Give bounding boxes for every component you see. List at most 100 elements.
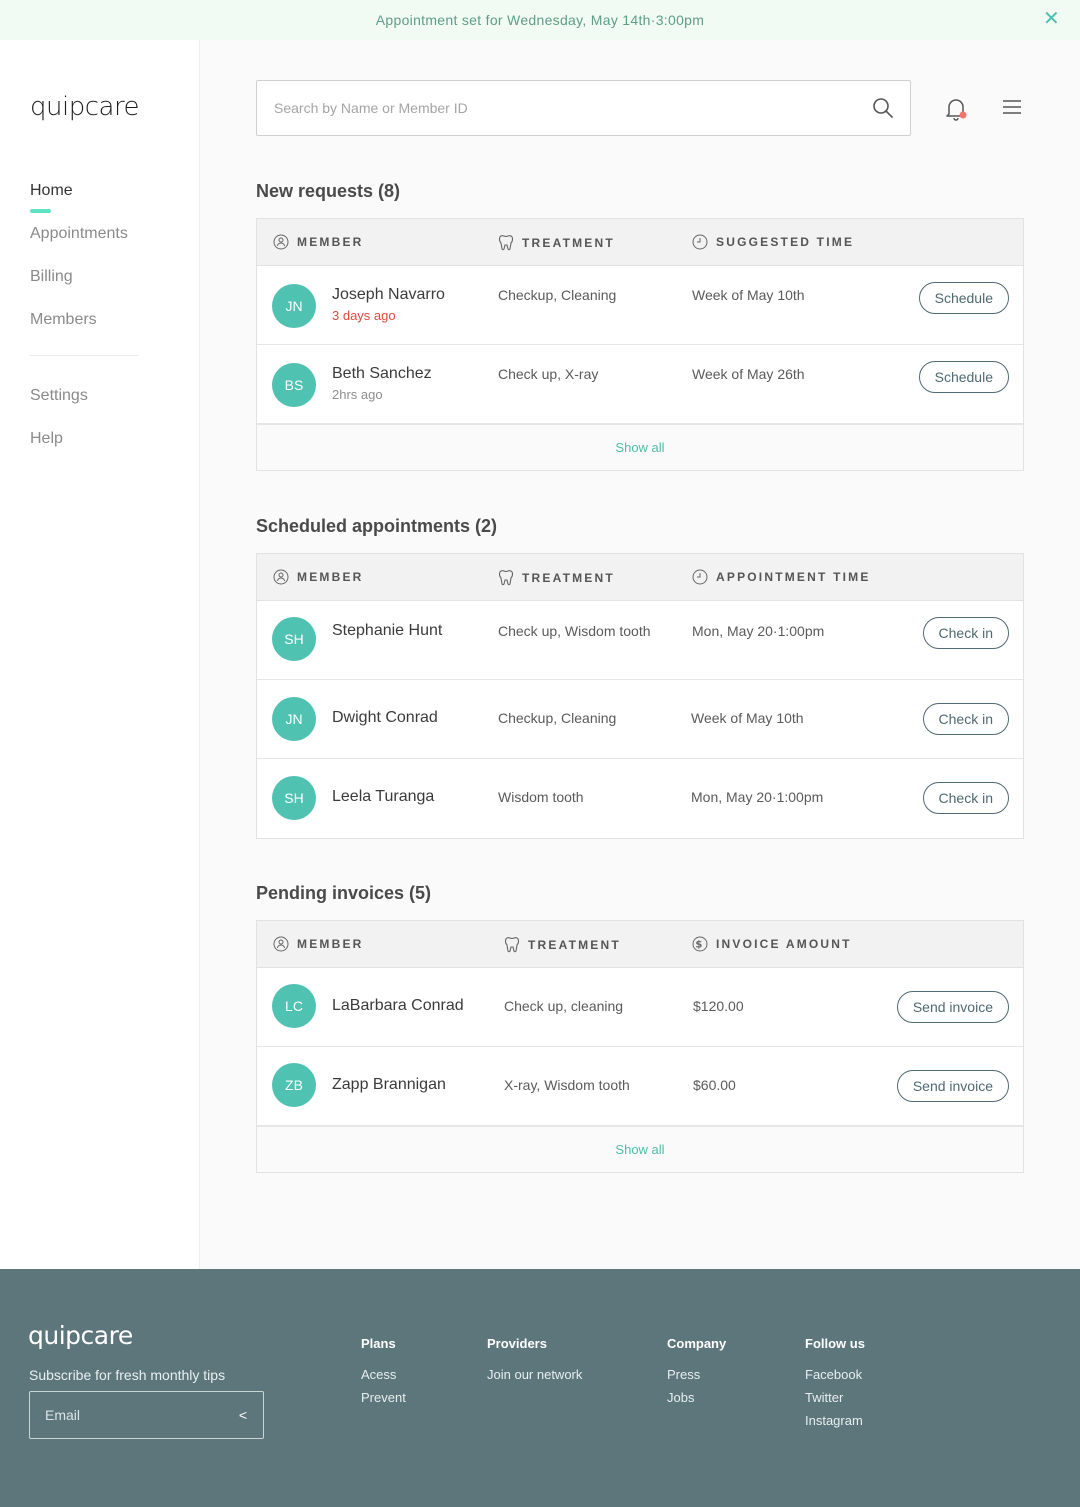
avatar: ZB bbox=[272, 1063, 316, 1107]
avatar: JN bbox=[272, 697, 316, 741]
footer-link[interactable]: Prevent bbox=[361, 1390, 406, 1405]
treatment: X-ray, Wisdom tooth bbox=[504, 1077, 630, 1093]
column-treatment: TREATMENT bbox=[498, 234, 615, 251]
sidebar-divider bbox=[30, 355, 138, 356]
footer: quipcare Subscribe for fresh monthly tip… bbox=[0, 1269, 1080, 1507]
member-name[interactable]: LaBarbara Conrad bbox=[332, 997, 464, 1015]
clock-icon bbox=[692, 234, 708, 250]
member-name[interactable]: Zapp Brannigan bbox=[332, 1076, 446, 1094]
suggested-time: Week of May 26th bbox=[692, 366, 805, 382]
avatar: BS bbox=[272, 363, 316, 407]
logo[interactable]: quipcare bbox=[30, 92, 140, 122]
invoice-amount: $60.00 bbox=[693, 1077, 736, 1093]
new-requests-table: MEMBER TREATMENT SUGGESTED TIME JN Josep… bbox=[256, 218, 1024, 471]
svg-text:$: $ bbox=[695, 940, 704, 951]
scheduled-appointments-title: Scheduled appointments (2) bbox=[256, 516, 498, 536]
scheduled-appointments-table: MEMBER TREATMENT APPOINTMENT TIME SH Ste… bbox=[256, 553, 1024, 839]
column-member-label: MEMBER bbox=[297, 235, 364, 249]
footer-link[interactable]: Jobs bbox=[667, 1390, 726, 1405]
pending-invoices-title: Pending invoices (5) bbox=[256, 883, 432, 903]
sidebar-item-billing[interactable]: Billing bbox=[30, 268, 140, 311]
column-member: MEMBER bbox=[273, 936, 364, 952]
footer-column-company: Company Press Jobs bbox=[667, 1336, 726, 1413]
footer-link[interactable]: Acess bbox=[361, 1367, 406, 1382]
column-amount: $ INVOICE AMOUNT bbox=[692, 936, 852, 952]
table-row: ZB Zapp Brannigan X-ray, Wisdom tooth $6… bbox=[257, 1047, 1023, 1126]
member-icon bbox=[273, 936, 289, 952]
schedule-button[interactable]: Schedule bbox=[918, 361, 1009, 393]
appointment-time: Mon, May 20·1:00pm bbox=[692, 623, 825, 639]
request-age: 2hrs ago bbox=[332, 387, 383, 402]
table-row: SH Stephanie Hunt Check up, Wisdom tooth… bbox=[257, 601, 1023, 680]
footer-link[interactable]: Join our network bbox=[487, 1367, 582, 1382]
sidebar-item-settings[interactable]: Settings bbox=[30, 387, 140, 430]
table-row: SH Leela Turanga Wisdom tooth Mon, May 2… bbox=[257, 759, 1023, 838]
footer-link[interactable]: Facebook bbox=[805, 1367, 865, 1382]
footer-column-title: Plans bbox=[361, 1336, 396, 1351]
treatment: Checkup, Cleaning bbox=[498, 287, 617, 303]
footer-column-title: Follow us bbox=[805, 1336, 865, 1351]
search-icon[interactable] bbox=[872, 97, 894, 119]
table-header: MEMBER TREATMENT $ INVOICE AMOUNT bbox=[257, 921, 1023, 968]
member-name[interactable]: Leela Turanga bbox=[332, 788, 434, 806]
email-field-wrapper: < bbox=[29, 1391, 264, 1439]
member-icon bbox=[273, 234, 289, 250]
tooth-icon bbox=[498, 570, 514, 586]
menu-icon[interactable] bbox=[1002, 99, 1022, 115]
confirmation-banner: Appointment set for Wednesday, May 14th·… bbox=[0, 0, 1080, 40]
avatar: SH bbox=[272, 617, 316, 661]
dollar-icon: $ bbox=[692, 936, 708, 952]
footer-column-plans: Plans Acess Prevent bbox=[361, 1336, 406, 1413]
search-input[interactable] bbox=[257, 81, 837, 135]
sidebar-item-members[interactable]: Members bbox=[30, 311, 140, 354]
check-in-button[interactable]: Check in bbox=[922, 782, 1009, 814]
column-time-label: SUGGESTED TIME bbox=[716, 235, 855, 249]
column-time-label: APPOINTMENT TIME bbox=[716, 570, 871, 584]
table-header: MEMBER TREATMENT APPOINTMENT TIME bbox=[257, 554, 1023, 601]
tooth-icon bbox=[498, 235, 514, 251]
submit-arrow-icon[interactable]: < bbox=[239, 1407, 247, 1423]
treatment: Wisdom tooth bbox=[498, 789, 584, 805]
send-invoice-button[interactable]: Send invoice bbox=[896, 991, 1009, 1023]
footer-link[interactable]: Twitter bbox=[805, 1390, 865, 1405]
table-row: JN Dwight Conrad Checkup, Cleaning Week … bbox=[257, 680, 1023, 759]
main-content: New requests (8) MEMBER TREATMENT SUGGES… bbox=[200, 40, 1080, 1269]
check-in-button[interactable]: Check in bbox=[922, 703, 1009, 735]
show-all-link[interactable]: Show all bbox=[257, 424, 1023, 470]
schedule-button[interactable]: Schedule bbox=[918, 282, 1009, 314]
show-all-link[interactable]: Show all bbox=[257, 1126, 1023, 1172]
sidebar-nav: Home Appointments Billing Members Settin… bbox=[30, 182, 140, 473]
tooth-icon bbox=[504, 937, 520, 953]
avatar: JN bbox=[272, 284, 316, 328]
bell-icon[interactable] bbox=[944, 96, 968, 122]
banner-message: Appointment set for Wednesday, May 14th·… bbox=[375, 12, 705, 28]
invoice-amount: $120.00 bbox=[693, 998, 744, 1014]
column-time: SUGGESTED TIME bbox=[692, 234, 854, 250]
column-time: APPOINTMENT TIME bbox=[692, 569, 871, 585]
column-amount-label: INVOICE AMOUNT bbox=[716, 937, 852, 951]
new-requests-title: New requests (8) bbox=[256, 181, 401, 201]
sidebar-item-help[interactable]: Help bbox=[30, 430, 140, 473]
sidebar-item-appointments[interactable]: Appointments bbox=[30, 225, 140, 268]
column-member: MEMBER bbox=[273, 569, 364, 585]
member-name[interactable]: Joseph Navarro bbox=[332, 286, 445, 304]
footer-column-title: Company bbox=[667, 1336, 727, 1351]
column-member: MEMBER bbox=[273, 234, 364, 250]
table-row: BS Beth Sanchez 2hrs ago Check up, X-ray… bbox=[257, 345, 1023, 424]
sidebar-item-home[interactable]: Home bbox=[30, 182, 140, 225]
table-row: JN Joseph Navarro 3 days ago Checkup, Cl… bbox=[257, 266, 1023, 345]
column-member-label: MEMBER bbox=[297, 570, 364, 584]
member-name[interactable]: Stephanie Hunt bbox=[332, 622, 442, 640]
send-invoice-button[interactable]: Send invoice bbox=[896, 1070, 1009, 1102]
treatment: Check up, cleaning bbox=[504, 998, 624, 1014]
footer-logo[interactable]: quipcare bbox=[28, 1321, 133, 1350]
email-field[interactable] bbox=[30, 1392, 220, 1438]
request-age: 3 days ago bbox=[332, 308, 396, 323]
check-in-button[interactable]: Check in bbox=[922, 617, 1009, 649]
column-treatment: TREATMENT bbox=[498, 569, 615, 586]
footer-link[interactable]: Press bbox=[667, 1367, 726, 1382]
member-name[interactable]: Beth Sanchez bbox=[332, 365, 432, 383]
member-name[interactable]: Dwight Conrad bbox=[332, 709, 438, 727]
close-icon[interactable]: ✕ bbox=[1043, 9, 1060, 29]
footer-link[interactable]: Instagram bbox=[805, 1413, 865, 1428]
